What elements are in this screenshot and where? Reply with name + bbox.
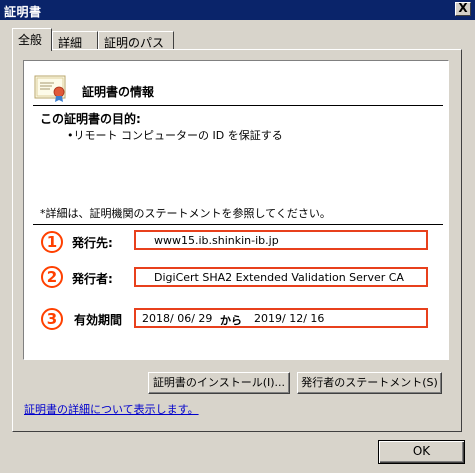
issued-by-label: 発行者: <box>72 272 113 286</box>
ok-button[interactable]: OK <box>378 440 465 464</box>
title-bar[interactable]: 証明書 X <box>0 0 475 20</box>
validity-value-box[interactable]: 2018/ 06/ 29 から 2019/ 12/ 16 <box>134 308 428 328</box>
certificate-info-box: 証明書の情報 この証明書の目的: •リモート コンピューターの ID を保証する… <box>23 60 449 360</box>
install-certificate-button[interactable]: 証明書のインストール(I)... <box>148 372 290 394</box>
certificate-dialog: 証明書 X 全般 詳細 証明のパス 証明書の情報 この証明書の目的: •リモート… <box>0 0 475 473</box>
purpose-label: この証明書の目的: <box>40 112 141 126</box>
issued-to-label: 発行先: <box>72 236 113 250</box>
tab-general[interactable]: 全般 <box>12 28 52 51</box>
tab-details[interactable]: 詳細 <box>52 31 98 50</box>
marker-3: 3 <box>41 308 63 330</box>
statement-note: *詳細は、証明機関のステートメントを参照してください。 <box>40 207 331 220</box>
valid-from-word: から <box>220 314 242 327</box>
valid-to-value: 2019/ 12/ 16 <box>254 312 325 325</box>
certificate-icon <box>34 75 66 102</box>
info-title: 証明書の情報 <box>82 85 155 99</box>
issued-by-value: DigiCert SHA2 Extended Validation Server… <box>154 271 404 284</box>
title-divider <box>33 105 443 106</box>
note-divider <box>33 224 443 225</box>
tab-certification-path[interactable]: 証明のパス <box>98 31 174 50</box>
window-title: 証明書 <box>4 5 42 19</box>
issued-to-value: www15.ib.shinkin-ib.jp <box>154 234 279 247</box>
tab-details-label: 詳細 <box>58 36 83 50</box>
certificate-details-link[interactable]: 証明書の詳細について表示します。 <box>24 401 199 417</box>
valid-from-value: 2018/ 06/ 29 <box>142 312 213 325</box>
issuer-statement-button[interactable]: 発行者のステートメント(S) <box>297 372 442 394</box>
marker-1: 1 <box>41 231 63 253</box>
tab-general-label: 全般 <box>18 33 43 47</box>
tab-certification-path-label: 証明のパス <box>104 36 165 50</box>
issued-to-value-box[interactable]: www15.ib.shinkin-ib.jp <box>134 230 428 250</box>
close-button[interactable]: X <box>455 2 471 16</box>
marker-2: 2 <box>41 266 63 288</box>
validity-label: 有効期間 <box>74 313 123 327</box>
ok-button-label: OK <box>412 444 431 458</box>
issued-by-value-box[interactable]: DigiCert SHA2 Extended Validation Server… <box>134 267 428 287</box>
purpose-item: •リモート コンピューターの ID を保証する <box>67 129 283 142</box>
